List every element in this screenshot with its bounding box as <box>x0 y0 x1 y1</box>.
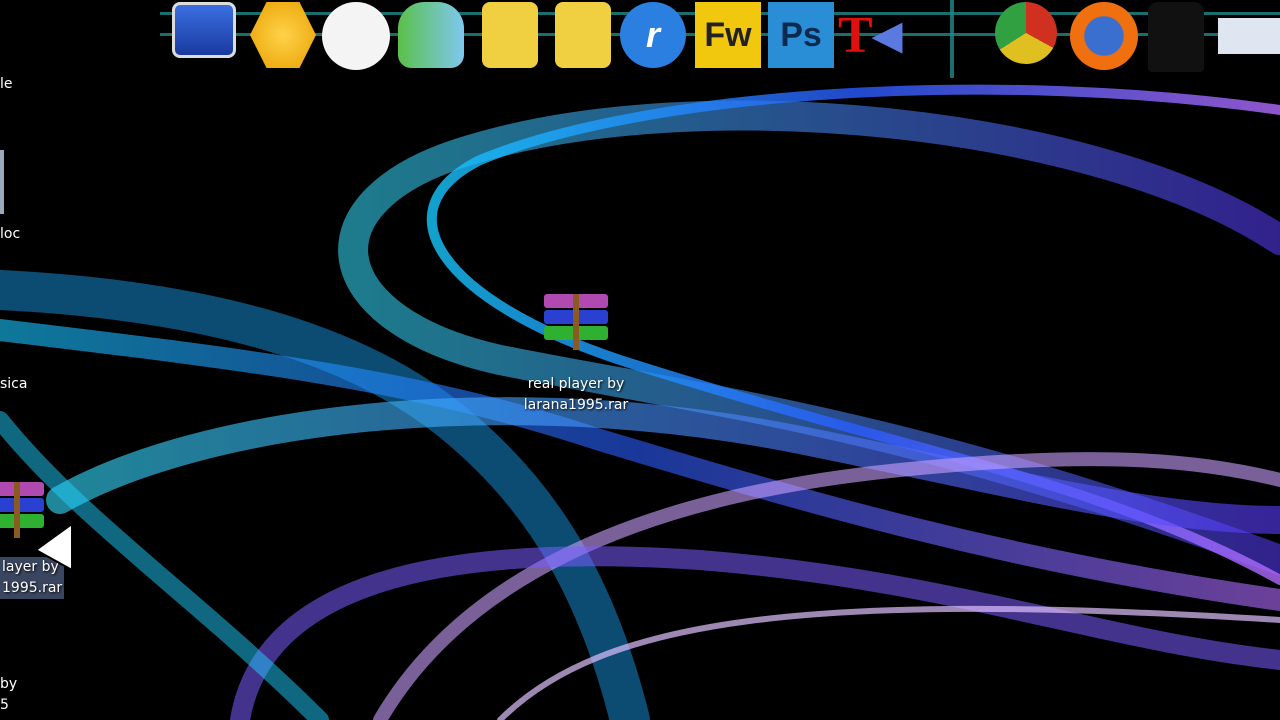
clock-icon[interactable] <box>322 2 390 70</box>
desktop-icon-label: le <box>0 76 13 92</box>
realplayer-icon[interactable]: r <box>620 2 686 68</box>
firefox-icon[interactable] <box>1070 2 1138 70</box>
desktop-icon-label: loc <box>0 226 21 242</box>
chrome-icon[interactable] <box>995 2 1057 64</box>
dock-separator <box>950 0 954 78</box>
wallpaper-swirls <box>0 84 1280 720</box>
desktop-icon-left-5[interactable]: by 5 <box>0 674 17 716</box>
fireworks-letters: Fw <box>704 15 752 54</box>
label-line-2: 1995.rar <box>2 580 63 596</box>
fireworks-icon[interactable]: Fw <box>695 2 761 68</box>
tts-letter: T <box>838 6 873 64</box>
desktop-icon-label: sica <box>0 376 28 392</box>
winrar-archive-icon <box>544 294 608 350</box>
dock-bar: r Fw Ps T ◀ <box>160 0 1280 78</box>
label-line-2: 5 <box>0 697 9 713</box>
desktop-icon-label: real player by larana1995.rar <box>500 374 652 416</box>
text-to-speech-icon[interactable]: T ◀ <box>838 2 904 68</box>
window-preview-icon[interactable] <box>1218 18 1280 54</box>
mario-folder-icon[interactable] <box>555 2 611 68</box>
document-icon <box>0 150 4 214</box>
photoshop-letters: Ps <box>780 15 822 54</box>
label-line-1: real player by <box>527 376 625 392</box>
my-computer-icon[interactable] <box>172 2 236 58</box>
label-line-2: larana1995.rar <box>523 397 629 413</box>
messenger-icon[interactable] <box>398 2 464 68</box>
realplayer-letter: r <box>645 14 660 55</box>
label-line-1: by <box>0 676 18 692</box>
speaker-icon: ◀ <box>872 14 902 57</box>
downloads-folder-icon[interactable] <box>482 2 538 68</box>
photoshop-icon[interactable]: Ps <box>768 2 834 68</box>
tshirt-icon[interactable] <box>1148 2 1204 72</box>
drag-cursor-icon <box>34 522 73 572</box>
